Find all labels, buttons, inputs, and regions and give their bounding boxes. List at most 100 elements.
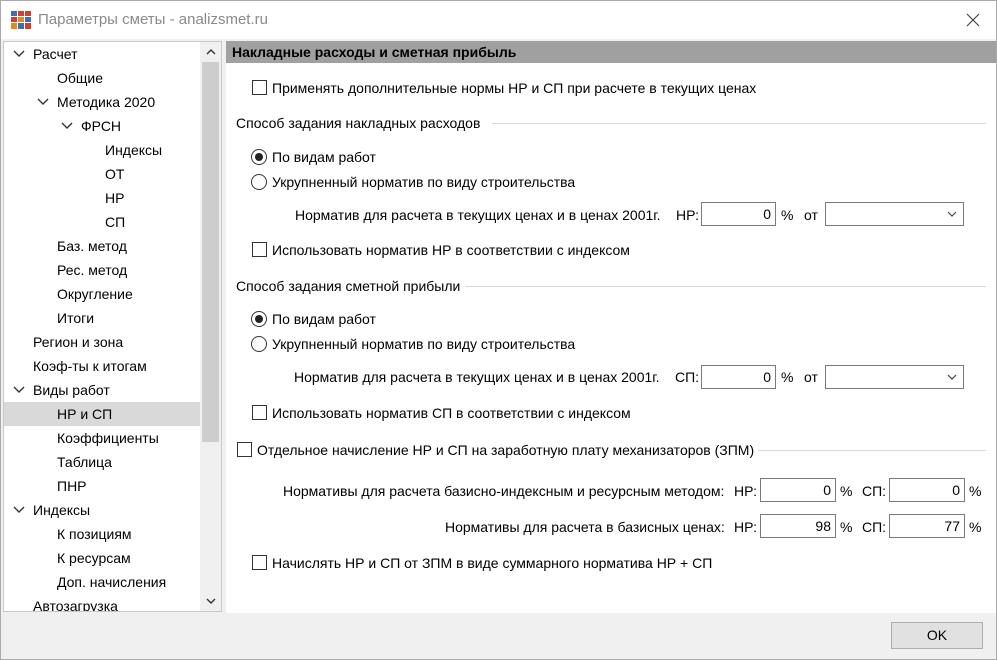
nr-aggregated-label: Укрупненный норматив по виду строительст… — [272, 174, 576, 190]
tree-item-label: ПНР — [57, 478, 87, 494]
tree-item[interactable]: Индексы — [4, 498, 200, 522]
nr-aggregated-radio[interactable] — [251, 174, 267, 190]
tree-item-label: Рес. метод — [57, 262, 128, 278]
chevron-down-icon — [947, 374, 957, 380]
chevron-down-icon[interactable] — [61, 120, 73, 132]
tree-scrollbar[interactable] — [200, 42, 221, 611]
tree-item[interactable]: Расчет — [4, 42, 200, 66]
sp-norm-label: Норматив для расчета в текущих ценах и в… — [294, 369, 660, 385]
scroll-down-button[interactable] — [200, 591, 221, 611]
tree-item-label: Индексы — [105, 142, 163, 158]
sp-use-index-checkbox[interactable] — [252, 405, 267, 420]
tree-item-label: Доп. начисления — [57, 574, 167, 590]
zpm-row1-sp-input[interactable]: 0 — [889, 478, 965, 502]
tree-item-label: К позициям — [57, 526, 132, 542]
settings-tree: Расчет Общие Методика 2020 ФРСН Индексы ОТ НР С… — [3, 41, 222, 612]
scroll-up-button[interactable] — [200, 42, 221, 62]
tree-item-label: ОТ — [105, 166, 125, 182]
sp-by-work-type-radio[interactable] — [251, 311, 267, 327]
sp-short-label: СП: — [675, 369, 700, 385]
tree-item[interactable]: Коэффициенты — [4, 426, 200, 450]
tree-item[interactable]: К позициям — [4, 522, 200, 546]
sp-group-title: Способ задания сметной прибыли — [236, 278, 461, 294]
tree-item-label: Автозагрузка — [33, 598, 118, 611]
sp-base-select[interactable] — [825, 365, 964, 389]
tree-item[interactable]: НР и СП — [4, 402, 200, 426]
tree-item-label: Таблица — [57, 454, 112, 470]
tree-item[interactable]: Методика 2020 — [4, 90, 200, 114]
zpm-row2-nr-percent: % — [840, 519, 853, 535]
tree-item[interactable]: Виды работ — [4, 378, 200, 402]
chevron-down-icon[interactable] — [37, 96, 49, 108]
tree-item[interactable]: НР — [4, 186, 200, 210]
tree-item-label: Баз. метод — [57, 238, 127, 254]
tree-item-label: Округление — [57, 286, 133, 302]
chevron-down-icon[interactable] — [13, 504, 25, 516]
zpm-row1-sp-percent: % — [969, 483, 982, 499]
zpm-separate-label: Отдельное начисление НР и СП на заработн… — [257, 442, 755, 458]
dialog-window: Параметры сметы - analizsmet.ru Расчет Об… — [0, 0, 997, 660]
tree-item-label: НР — [105, 190, 125, 206]
zpm-sum-norm-label: Начислять НР и СП от ЗПМ в виде суммарно… — [272, 555, 713, 571]
zpm-row2-nr-short: НР: — [734, 519, 758, 535]
nr-short-label: НР: — [676, 207, 700, 223]
tree-item[interactable]: Доп. начисления — [4, 570, 200, 594]
nr-percent-label: % — [781, 207, 794, 223]
nr-norm-input[interactable]: 0 — [701, 202, 776, 226]
tree-item[interactable]: Округление — [4, 282, 200, 306]
nr-use-index-checkbox[interactable] — [252, 242, 267, 257]
tree-item[interactable]: Коэф-ты к итогам — [4, 354, 200, 378]
zpm-row2-nr-input[interactable]: 98 — [760, 514, 836, 538]
zpm-row2-sp-percent: % — [969, 519, 982, 535]
nr-norm-label: Норматив для расчета в текущих ценах и в… — [295, 207, 661, 223]
tree-item-label: Индексы — [33, 502, 91, 518]
sp-norm-input[interactable]: 0 — [701, 365, 776, 389]
zpm-row1-sp-short: СП: — [862, 483, 887, 499]
zpm-separate-checkbox[interactable] — [237, 442, 252, 457]
apply-extra-norms-label: Применять дополнительные нормы НР и СП п… — [272, 80, 757, 96]
zpm-sum-norm-checkbox[interactable] — [252, 555, 267, 570]
zpm-group-divider — [758, 450, 986, 451]
tree-item[interactable]: Таблица — [4, 450, 200, 474]
tree-item[interactable]: Итоги — [4, 306, 200, 330]
tree-item[interactable]: Общие — [4, 66, 200, 90]
zpm-row1-label: Нормативы для расчета базисно-индексным … — [283, 483, 725, 499]
tree-item[interactable]: ФРСН — [4, 114, 200, 138]
tree-item-label: Коэффициенты — [57, 430, 159, 446]
nr-from-label: от — [804, 207, 818, 223]
nr-by-work-type-radio[interactable] — [251, 149, 267, 165]
close-icon — [966, 13, 980, 27]
title-bar: Параметры сметы - analizsmet.ru — [1, 1, 996, 39]
tree-item[interactable]: Рес. метод — [4, 258, 200, 282]
ok-button[interactable]: OK — [891, 622, 983, 649]
zpm-row2-sp-input[interactable]: 77 — [889, 514, 965, 538]
nr-by-work-type-label: По видам работ — [272, 149, 376, 165]
sp-aggregated-radio[interactable] — [251, 336, 267, 352]
tree-item[interactable]: ПНР — [4, 474, 200, 498]
zpm-row1-nr-input[interactable]: 0 — [760, 478, 836, 502]
settings-panel: Накладные расходы и сметная прибыль Прим… — [226, 41, 996, 613]
tree-item-label: Коэф-ты к итогам — [33, 358, 147, 374]
tree-item[interactable]: СП — [4, 210, 200, 234]
section-header: Накладные расходы и сметная прибыль — [226, 41, 996, 63]
tree-item[interactable]: К ресурсам — [4, 546, 200, 570]
tree-item[interactable]: Регион и зона — [4, 330, 200, 354]
chevron-down-icon[interactable] — [13, 384, 25, 396]
nr-use-index-label: Использовать норматив НР в соответствии … — [272, 242, 630, 258]
tree-item-label: Виды работ — [33, 382, 110, 398]
tree-item-label: ФРСН — [81, 118, 122, 134]
sp-percent-label: % — [781, 369, 794, 385]
tree-item[interactable]: Баз. метод — [4, 234, 200, 258]
tree-item[interactable]: Индексы — [4, 138, 200, 162]
chevron-down-icon[interactable] — [13, 48, 25, 60]
zpm-row1-nr-short: НР: — [734, 483, 758, 499]
sp-group-divider — [466, 286, 986, 287]
sp-from-label: от — [804, 369, 818, 385]
nr-base-select[interactable] — [825, 202, 964, 226]
close-button[interactable] — [958, 5, 988, 35]
tree-item[interactable]: Автозагрузка — [4, 594, 200, 611]
app-grid-icon — [11, 11, 31, 29]
scroll-thumb[interactable] — [202, 62, 219, 442]
apply-extra-norms-checkbox[interactable] — [252, 80, 267, 95]
tree-item[interactable]: ОТ — [4, 162, 200, 186]
